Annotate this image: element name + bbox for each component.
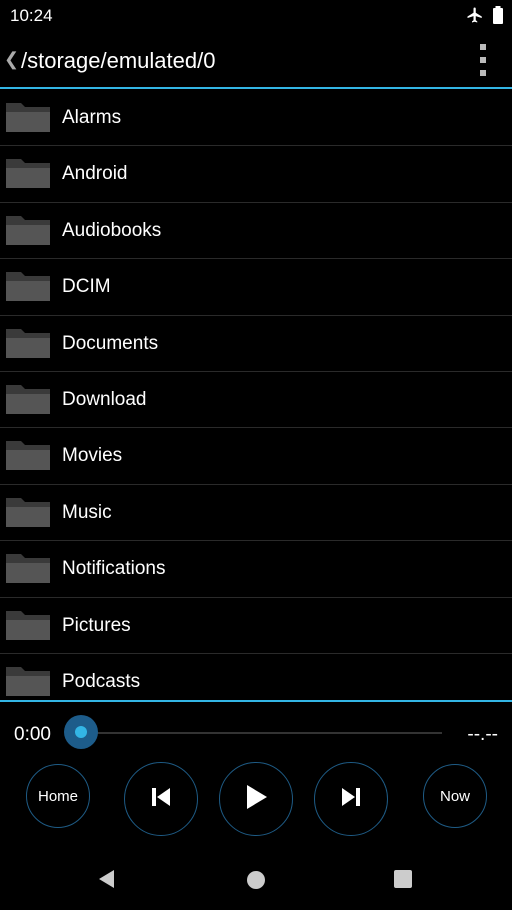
player-divider: [0, 700, 512, 702]
folder-icon: [5, 156, 51, 195]
file-name: Notifications: [62, 558, 166, 580]
total-time: --.--: [467, 724, 498, 745]
play-button[interactable]: [219, 762, 293, 836]
file-name: Audiobooks: [62, 219, 162, 241]
folder-icon: [5, 608, 51, 647]
file-name: Android: [62, 163, 128, 185]
file-name: Movies: [62, 445, 123, 467]
elapsed-time: 0:00: [14, 724, 51, 745]
folder-icon: [5, 382, 51, 421]
file-name: Podcasts: [62, 670, 141, 692]
list-item[interactable]: Download: [0, 372, 512, 429]
file-name: DCIM: [62, 276, 111, 298]
now-button-label: Now: [439, 787, 470, 805]
list-item[interactable]: Documents: [0, 316, 512, 372]
list-item[interactable]: Podcasts: [0, 654, 512, 700]
play-icon: [243, 783, 269, 816]
folder-icon: [5, 495, 51, 534]
folder-icon: [5, 269, 51, 308]
list-item[interactable]: Audiobooks: [0, 203, 512, 260]
file-name: Download: [62, 388, 147, 410]
list-item[interactable]: Notifications: [0, 541, 512, 598]
home-button[interactable]: Home: [26, 764, 90, 828]
next-button[interactable]: [314, 762, 388, 836]
app-bar: ❮ /storage/emulated/0: [0, 32, 512, 88]
file-name: Alarms: [62, 107, 122, 128]
skip-next-icon: [339, 785, 363, 814]
status-bar: 10:24: [0, 0, 512, 32]
list-item[interactable]: DCIM: [0, 259, 512, 316]
media-player: 0:00 --.-- Home Now: [0, 703, 512, 845]
system-navigation-bar: [0, 848, 512, 910]
home-circle-icon[interactable]: [246, 870, 266, 895]
list-item[interactable]: Music: [0, 485, 512, 542]
list-item[interactable]: Android: [0, 146, 512, 203]
list-item[interactable]: Movies: [0, 428, 512, 485]
back-triangle-icon[interactable]: [96, 868, 118, 895]
status-time: 10:24: [10, 6, 53, 25]
file-name: Documents: [62, 332, 159, 354]
seek-bar[interactable]: [80, 732, 442, 734]
folder-icon: [5, 438, 51, 477]
home-button-label: Home: [37, 787, 78, 805]
overflow-menu-icon[interactable]: [476, 44, 490, 76]
folder-icon: [5, 551, 51, 590]
status-icons: [466, 6, 504, 29]
now-playing-button[interactable]: Now: [423, 764, 487, 828]
list-item[interactable]: Alarms: [0, 90, 512, 147]
current-path: /storage/emulated/0: [21, 48, 216, 73]
battery-icon: [492, 6, 504, 29]
list-item[interactable]: Pictures: [0, 598, 512, 654]
previous-button[interactable]: [124, 762, 198, 836]
airplane-mode-icon: [466, 6, 484, 29]
recents-square-icon[interactable]: [394, 870, 412, 893]
file-name: Pictures: [62, 614, 131, 636]
skip-previous-icon: [149, 785, 173, 814]
folder-icon: [5, 326, 51, 365]
file-name: Music: [62, 501, 112, 523]
file-list[interactable]: Alarms Android Audiobooks DCIM Documents…: [0, 90, 512, 700]
folder-icon: [5, 664, 51, 700]
header-divider: [0, 87, 512, 89]
folder-icon: [5, 100, 51, 139]
seek-thumb[interactable]: [64, 715, 98, 749]
chevron-left-icon[interactable]: ❮: [4, 50, 19, 68]
folder-icon: [5, 213, 51, 252]
